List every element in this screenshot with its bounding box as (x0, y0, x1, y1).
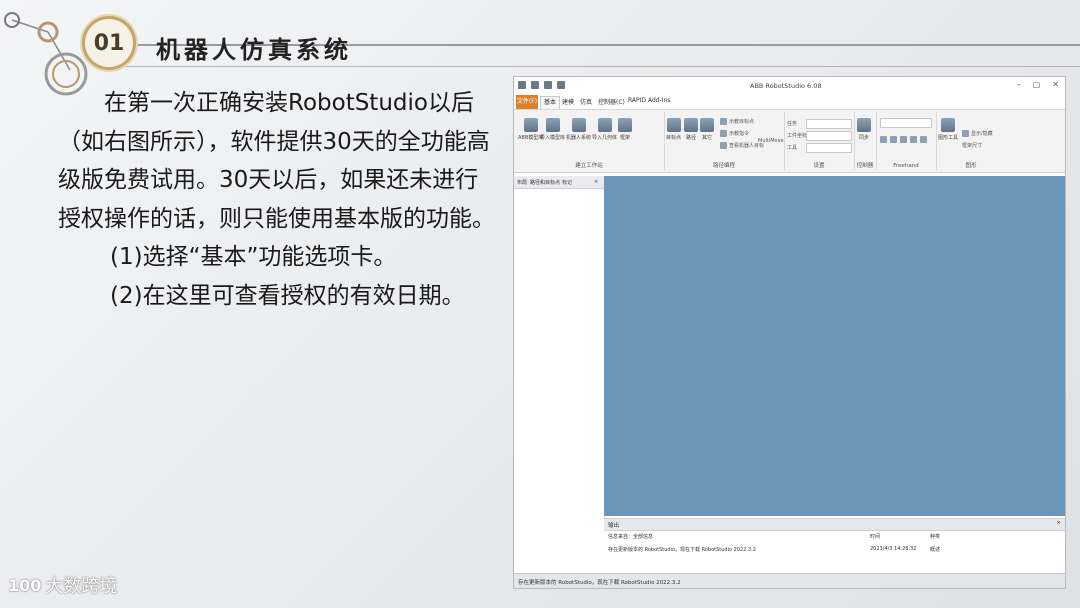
tab-addins[interactable]: Add-Ins (648, 97, 670, 104)
other-button[interactable]: 其它 (700, 118, 714, 141)
tool-select[interactable] (806, 143, 852, 153)
window-controls: – ▢ ✕ (1017, 80, 1059, 89)
group-graphics: 图形工具 显示/隐藏 框架尺寸 图形 (936, 112, 1006, 170)
tab-paths-targets[interactable]: 路径和目标点 (530, 179, 560, 186)
left-panel: 布局 路径和目标点 标记 × (514, 176, 605, 573)
robot-system-button[interactable]: 机器人系统 (566, 118, 591, 141)
ribbon: ABB模型库 导入模型库 机器人系统 导入几何体 框架 建立工作站 目标点 路径… (514, 109, 1065, 173)
target-button[interactable]: 目标点 (666, 118, 681, 141)
group-path-programming: 目标点 路径 其它 示教目标点 示教指令 查看机器人目标 MultiMove 路… (664, 112, 785, 170)
workobject-select[interactable] (806, 131, 852, 141)
task-select[interactable] (806, 119, 852, 129)
group-freehand: Freehand (876, 112, 937, 170)
show-hide-item[interactable]: 显示/隐藏 (962, 130, 993, 137)
body-text: 在第一次正确安装RobotStudio以后（如右图所示），软件提供30天的全功能… (58, 84, 498, 315)
move-icon[interactable] (880, 136, 887, 143)
page-title: 机器人仿真系统 (156, 35, 352, 64)
output-col-time: 时间 (870, 534, 881, 540)
rotate-icon[interactable] (890, 136, 897, 143)
tab-tags[interactable]: 标记 (562, 179, 572, 186)
group-label: 路径编程 (712, 163, 735, 169)
teach-target-item[interactable]: 示教目标点 (720, 118, 754, 125)
maximize-icon[interactable]: ▢ (1033, 80, 1041, 89)
watermark: 100 大数跨境 (8, 572, 117, 598)
ribbon-tabs: 文件(F) 基本 建模 仿真 控制器(C) RAPID Add-Ins (514, 95, 1065, 109)
output-col-type: 种类 (930, 534, 941, 540)
import-library-button[interactable]: 导入模型库 (540, 118, 565, 141)
path-button[interactable]: 路径 (684, 118, 698, 141)
output-filter[interactable]: 信息来自：全部信息 (608, 533, 653, 540)
panel-close-icon[interactable]: × (594, 179, 598, 185)
tab-file[interactable]: 文件(F) (516, 95, 538, 109)
step-2: (2)在这里可查看授权的有效日期。 (110, 282, 465, 309)
group-label: 设置 (813, 163, 825, 169)
watermark-text: 大数跨境 (45, 576, 118, 597)
group-label: Freehand (893, 163, 919, 169)
frame-button[interactable]: 框架 (618, 118, 632, 141)
tab-simulation[interactable]: 仿真 (580, 97, 592, 106)
customize-icon[interactable] (557, 81, 565, 89)
quick-access-bar: ABB RobotStudio 6.08 – ▢ ✕ (514, 77, 1065, 95)
jog-linear-icon[interactable] (910, 136, 917, 143)
save-icon[interactable] (518, 81, 526, 89)
output-header: 输出 × (604, 519, 1065, 531)
freehand-field[interactable] (880, 118, 932, 128)
output-close-icon[interactable]: × (1056, 520, 1061, 526)
intro-paragraph: 在第一次正确安装RobotStudio以后（如右图所示），软件提供30天的全功能… (58, 90, 495, 232)
close-icon[interactable]: ✕ (1052, 80, 1059, 89)
left-panel-tabs: 布局 路径和目标点 标记 × (514, 176, 604, 189)
output-time: 2023/4/3 14:26:32 (870, 546, 917, 552)
sync-button[interactable]: 同步 (857, 118, 871, 141)
output-panel: 输出 × 信息来自：全部信息 时间 种类 存在更新版本的 RobotStudio… (604, 518, 1065, 574)
group-label: 建立工作站 (575, 163, 603, 169)
window-title: ABB RobotStudio 6.08 (750, 82, 822, 90)
group-label: 图形 (965, 163, 977, 169)
teach-instruction-item[interactable]: 示教指令 (720, 130, 749, 137)
output-category: 概述 (930, 547, 941, 553)
group-settings: 任务 工件坐标 工具 设置 (784, 112, 855, 170)
frame-size-item[interactable]: 框架尺寸 (962, 142, 982, 149)
task-label: 任务 (787, 121, 798, 127)
jog-reorient-icon[interactable] (920, 136, 927, 143)
section-number-badge: 01 (82, 16, 136, 70)
title-rule-secondary (95, 66, 1080, 67)
redo-icon[interactable] (544, 81, 552, 89)
undo-icon[interactable] (531, 81, 539, 89)
multimove-button[interactable]: MultiMove (758, 138, 784, 144)
group-label: 控制器 (856, 163, 874, 169)
jog-joint-icon[interactable] (900, 136, 907, 143)
group-controller: 同步 控制器 (854, 112, 877, 170)
output-title: 输出 (608, 523, 620, 529)
tab-layout[interactable]: 布局 (517, 179, 527, 186)
minimize-icon[interactable]: – (1017, 80, 1021, 89)
watermark-logo: 100 (8, 575, 42, 595)
import-geometry-button[interactable]: 导入几何体 (592, 118, 617, 141)
tool-label: 工具 (787, 145, 798, 151)
workobject-label: 工件坐标 (787, 133, 808, 139)
tab-basic[interactable]: 基本 (540, 96, 561, 109)
status-text[interactable]: 存在更新版本的 RobotStudio，现在下载 RobotStudio 202… (518, 578, 681, 586)
status-bar: 存在更新版本的 RobotStudio，现在下载 RobotStudio 202… (514, 573, 1065, 588)
output-message: 存在更新版本的 RobotStudio，现在下载 RobotStudio 202… (608, 547, 756, 553)
freehand-tools (880, 136, 927, 143)
group-build-station: ABB模型库 导入模型库 机器人系统 导入几何体 框架 建立工作站 (514, 112, 665, 170)
graphics-tools-button[interactable]: 图形工具 (938, 118, 958, 141)
robotstudio-screenshot: ABB RobotStudio 6.08 – ▢ ✕ 文件(F) 基本 建模 仿… (513, 76, 1066, 589)
tab-rapid[interactable]: RAPID (628, 97, 646, 104)
tab-controller[interactable]: 控制器(C) (598, 97, 625, 106)
3d-viewport[interactable] (604, 176, 1065, 516)
tab-modeling[interactable]: 建模 (562, 97, 574, 106)
step-1: (1)选择“基本”功能选项卡。 (110, 244, 397, 270)
